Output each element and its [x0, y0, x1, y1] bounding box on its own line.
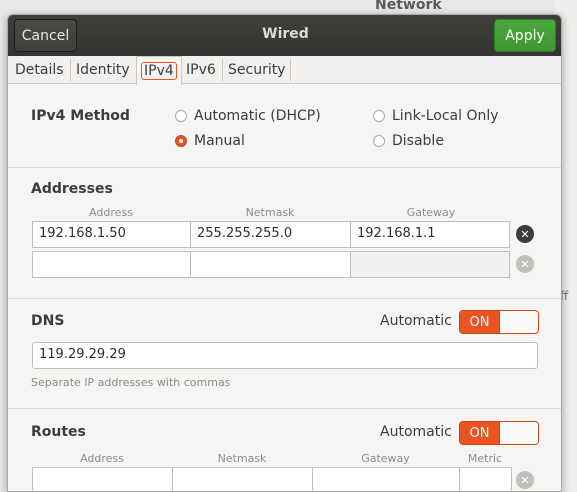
tab-identity[interactable]: Identity — [72, 56, 134, 84]
delete-route-button[interactable]: ✕ — [516, 471, 534, 489]
routes-automatic-label: Automatic — [380, 424, 452, 440]
switch-on-label: ON — [460, 311, 499, 333]
radio-manual[interactable]: Manual — [175, 133, 245, 149]
gateway-input[interactable] — [350, 251, 510, 278]
tab-details[interactable]: Details — [11, 56, 68, 84]
radio-automatic-dhcp[interactable]: Automatic (DHCP) — [175, 108, 321, 124]
switch-on-label: ON — [460, 422, 499, 444]
route-address-input[interactable] — [32, 467, 173, 491]
tab-ipv4[interactable]: IPv4 — [136, 56, 182, 85]
radio-indicator — [175, 110, 187, 122]
address-row: 192.168.1.50 255.255.255.0 192.168.1.1 — [32, 221, 510, 248]
section-divider — [8, 167, 561, 168]
tab-separator — [70, 59, 71, 81]
radio-indicator — [373, 110, 385, 122]
radio-indicator — [373, 135, 385, 147]
dialog-headerbar: Cancel Wired Apply — [8, 15, 561, 56]
route-metric-column-header: Metric — [467, 452, 503, 465]
radio-link-local-only[interactable]: Link-Local Only — [373, 108, 499, 124]
route-row — [32, 467, 512, 491]
route-gateway-column-header: Gateway — [361, 452, 410, 465]
radio-label: Manual — [194, 133, 245, 149]
background-window-title: Network — [375, 0, 442, 13]
radio-label: Link-Local Only — [392, 108, 499, 124]
radio-label: Automatic (DHCP) — [194, 108, 321, 124]
dns-heading: DNS — [31, 313, 65, 329]
gateway-input[interactable]: 192.168.1.1 — [350, 221, 510, 248]
route-address-column-header: Address — [80, 452, 124, 465]
dns-automatic-switch[interactable]: ON — [459, 310, 539, 334]
radio-label: Disable — [392, 133, 444, 149]
address-input[interactable] — [32, 251, 191, 278]
section-divider — [8, 298, 561, 299]
tab-ipv4-label: IPv4 — [141, 62, 177, 80]
tab-separator — [222, 59, 223, 81]
routes-automatic-switch[interactable]: ON — [459, 421, 539, 445]
netmask-input[interactable] — [190, 251, 351, 278]
address-input[interactable]: 192.168.1.50 — [32, 221, 191, 248]
addresses-heading: Addresses — [31, 181, 113, 197]
netmask-input[interactable]: 255.255.255.0 — [190, 221, 351, 248]
dns-automatic-label: Automatic — [380, 313, 452, 329]
gateway-column-header: Gateway — [406, 206, 456, 219]
tab-ipv6[interactable]: IPv6 — [182, 56, 220, 84]
ipv4-method-label: IPv4 Method — [31, 108, 130, 124]
radio-indicator-checked — [175, 135, 187, 147]
route-metric-input[interactable] — [459, 467, 512, 491]
address-row — [32, 251, 510, 278]
switch-knob — [498, 422, 538, 444]
netmask-column-header: Netmask — [245, 206, 295, 219]
routes-heading: Routes — [31, 424, 86, 440]
route-netmask-input[interactable] — [172, 467, 313, 491]
wired-settings-dialog: Cancel Wired Apply Details Identity IPv4… — [7, 14, 562, 492]
dns-servers-input[interactable]: 119.29.29.29 — [32, 342, 538, 369]
apply-button[interactable]: Apply — [494, 19, 556, 52]
tab-bar: Details Identity IPv4 IPv6 Security — [8, 56, 561, 85]
dialog-title: Wired — [262, 26, 309, 42]
switch-knob — [498, 311, 538, 333]
route-gateway-input[interactable] — [312, 467, 460, 491]
route-netmask-column-header: Netmask — [217, 452, 267, 465]
dns-hint: Separate IP addresses with commas — [31, 376, 231, 389]
tab-security[interactable]: Security — [224, 56, 290, 84]
section-divider — [8, 408, 561, 409]
delete-address-button[interactable]: ✕ — [516, 255, 534, 273]
tab-separator — [290, 59, 291, 81]
delete-address-button[interactable]: ✕ — [516, 225, 534, 243]
ipv4-page: IPv4 Method Automatic (DHCP) Link-Local … — [8, 85, 561, 491]
address-column-header: Address — [89, 206, 133, 219]
radio-disable[interactable]: Disable — [373, 133, 444, 149]
